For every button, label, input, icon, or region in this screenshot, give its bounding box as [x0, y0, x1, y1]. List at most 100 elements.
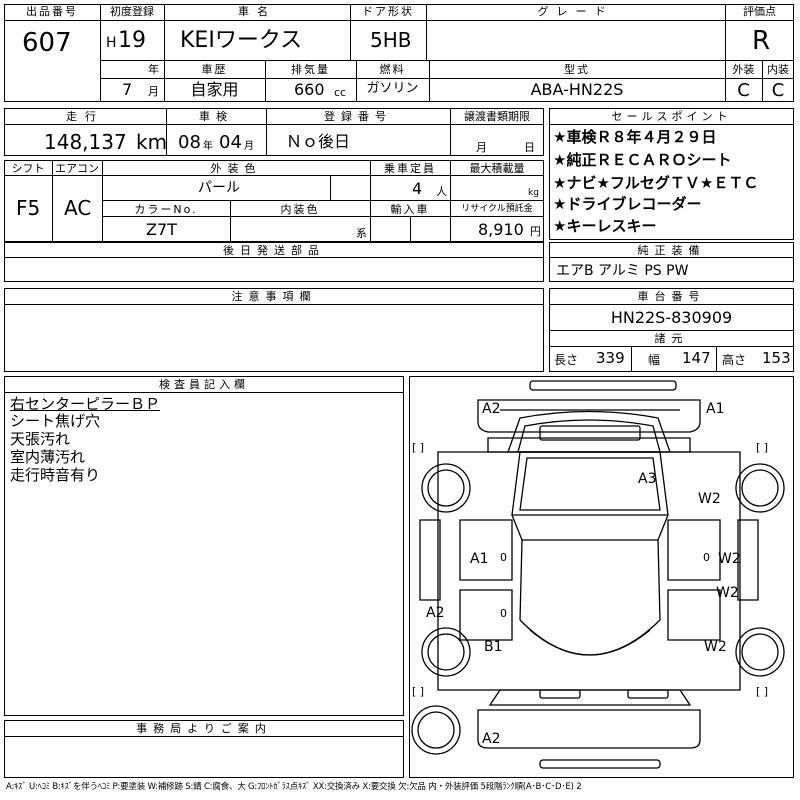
- cc-unit: cc: [334, 86, 347, 99]
- after-parts-label: 後日発送部品: [223, 244, 325, 257]
- chassis-no-label: 車台番号: [637, 290, 706, 303]
- legend-text: A:ｷｽﾞ U:ﾍｺﾐ B:ｷｽﾞを伴うﾍｺﾐ P:要塗装 W:補修跡 S:錆 …: [6, 782, 582, 792]
- insp-month-unit: 月: [244, 141, 254, 152]
- reg-no-value: Ｎｏ後日: [286, 132, 351, 151]
- exterior-grade-value: C: [737, 80, 750, 101]
- bracket-left-top: [ ]: [412, 441, 425, 454]
- recycle-value: 8,910: [478, 220, 524, 239]
- reg-no-label: 登録番号: [324, 110, 392, 123]
- inspector-note-5: 走行時音有り: [10, 466, 101, 484]
- displacement-value: 660: [294, 80, 325, 99]
- grade-label: グレード: [537, 5, 614, 18]
- damage-zero-left-rear: 0: [500, 607, 507, 620]
- door-label: ドア形状: [362, 5, 414, 18]
- car-name-label: 車名: [238, 5, 276, 18]
- score-label: 評価点: [743, 5, 776, 18]
- damage-a2-front-left: A2: [482, 401, 501, 417]
- fuel-label: 燃料: [379, 63, 406, 76]
- sales-points-label: セールスポイント: [611, 110, 732, 123]
- history-value: 自家用: [190, 80, 239, 99]
- year-value: 19: [118, 28, 146, 53]
- damage-w2-right-rear: W2: [704, 639, 727, 655]
- damage-a2-left-rear: A2: [426, 605, 445, 621]
- inspector-label: 検査員記入欄: [159, 378, 249, 391]
- shift-value: F5: [16, 196, 41, 220]
- lot-no-label: 出品番号: [26, 5, 78, 18]
- bracket-left-bottom: [ ]: [412, 685, 425, 698]
- door-value: 5HB: [370, 28, 412, 52]
- exterior-grade-label: 外装: [732, 63, 755, 76]
- color-no-value: Z7T: [146, 220, 177, 239]
- damage-w2-right-front: W2: [698, 491, 721, 507]
- displacement-label: 排気量: [291, 63, 330, 76]
- car-name-value: KEIワークス: [180, 28, 303, 53]
- damage-a3-roof: A3: [638, 471, 657, 487]
- sales-point-5: ★キーレスキー: [553, 217, 657, 235]
- standard-equip-value: エアB アルミ PS PW: [556, 263, 689, 279]
- max-load-label: 最大積載量: [469, 162, 525, 175]
- damage-zero-right-front: 0: [703, 551, 710, 564]
- sales-point-3: ★ナビ★フルセグＴＶ★ＥＴＣ: [553, 174, 759, 192]
- color-no-label: カラーNo.: [134, 203, 198, 216]
- damage-zero-left-front: 0: [500, 551, 507, 564]
- score-value: R: [752, 26, 771, 56]
- import-label: 輸入車: [390, 203, 430, 216]
- first-reg-label: 初度登録: [110, 5, 154, 18]
- interior-grade-label: 内装: [767, 63, 789, 76]
- int-color-label: 内装色: [280, 203, 320, 216]
- notes-label: 注意事項欄: [231, 290, 317, 303]
- sales-point-1: ★車検Ｒ８年４月２９日: [553, 128, 717, 146]
- inspector-note-2: シート焦げ穴: [10, 412, 101, 430]
- insp-year-value: 08: [178, 132, 201, 153]
- bracket-right-top: [ ]: [756, 441, 769, 454]
- year-unit: 年: [148, 63, 159, 76]
- mileage-value: 148,137: [44, 130, 127, 154]
- ext-color-label: 外装色: [210, 162, 262, 175]
- yen-unit: 円: [530, 225, 541, 238]
- recycle-label: リサイクル預託金: [461, 204, 533, 214]
- km-unit: km: [136, 130, 168, 154]
- damage-b1-left-rear: B1: [484, 639, 503, 655]
- width-label: 幅: [648, 353, 661, 367]
- length-label: 長さ: [554, 353, 579, 367]
- model-code-value: ABA-HN22S: [530, 80, 624, 99]
- ext-color-value: パール: [198, 180, 240, 196]
- damage-w2-right-door-front: W2: [718, 551, 741, 567]
- aircon-value: AC: [64, 196, 92, 220]
- specs-label: 諸元: [654, 332, 689, 345]
- car-diagram-block: [409, 376, 794, 778]
- insp-month-value: 04: [219, 132, 242, 153]
- capacity-value: 4: [412, 179, 423, 198]
- month-value: 7: [122, 80, 133, 99]
- month-unit: 月: [148, 85, 159, 98]
- inspector-note-3: 天張汚れ: [10, 430, 71, 448]
- chassis-no-value: HN22S-830909: [610, 308, 733, 327]
- kei-unit: 系: [356, 227, 367, 240]
- inspection-label: 車検: [199, 110, 233, 123]
- standard-equip-label: 純正装備: [637, 244, 706, 257]
- height-value: 153: [762, 349, 791, 367]
- aircon-label: エアコン: [55, 162, 99, 175]
- inspector-note-1: 右センターピラーＢＰ: [10, 395, 161, 413]
- history-label: 車歴: [201, 63, 228, 76]
- model-code-label: 型式: [564, 63, 590, 76]
- interior-grade-value: C: [771, 80, 785, 101]
- capacity-label: 乗車定員: [384, 162, 436, 175]
- height-label: 高さ: [722, 353, 747, 367]
- length-value: 339: [596, 349, 625, 367]
- damage-a2-rear: A2: [482, 731, 501, 747]
- insp-year-unit: 年: [203, 141, 213, 152]
- damage-w2-right-door-rear: W2: [716, 585, 739, 601]
- inspector-note-4: 室内薄汚れ: [10, 448, 86, 466]
- era-value: H: [106, 35, 117, 51]
- lot-no-value: 607: [22, 28, 72, 58]
- transfer-month: 月: [476, 141, 487, 154]
- shift-label: シフト: [11, 162, 45, 175]
- office-label: 事務局よりご案内: [136, 722, 272, 735]
- sales-point-4: ★ドライブレコーダー: [553, 195, 702, 213]
- bracket-right-bottom: [ ]: [756, 685, 769, 698]
- sales-point-2: ★純正ＲＥＣＡＲＯシート: [553, 151, 732, 169]
- transfer-day: 日: [524, 141, 535, 154]
- fuel-value: ガソリン: [366, 81, 419, 96]
- width-value: 147: [682, 349, 711, 367]
